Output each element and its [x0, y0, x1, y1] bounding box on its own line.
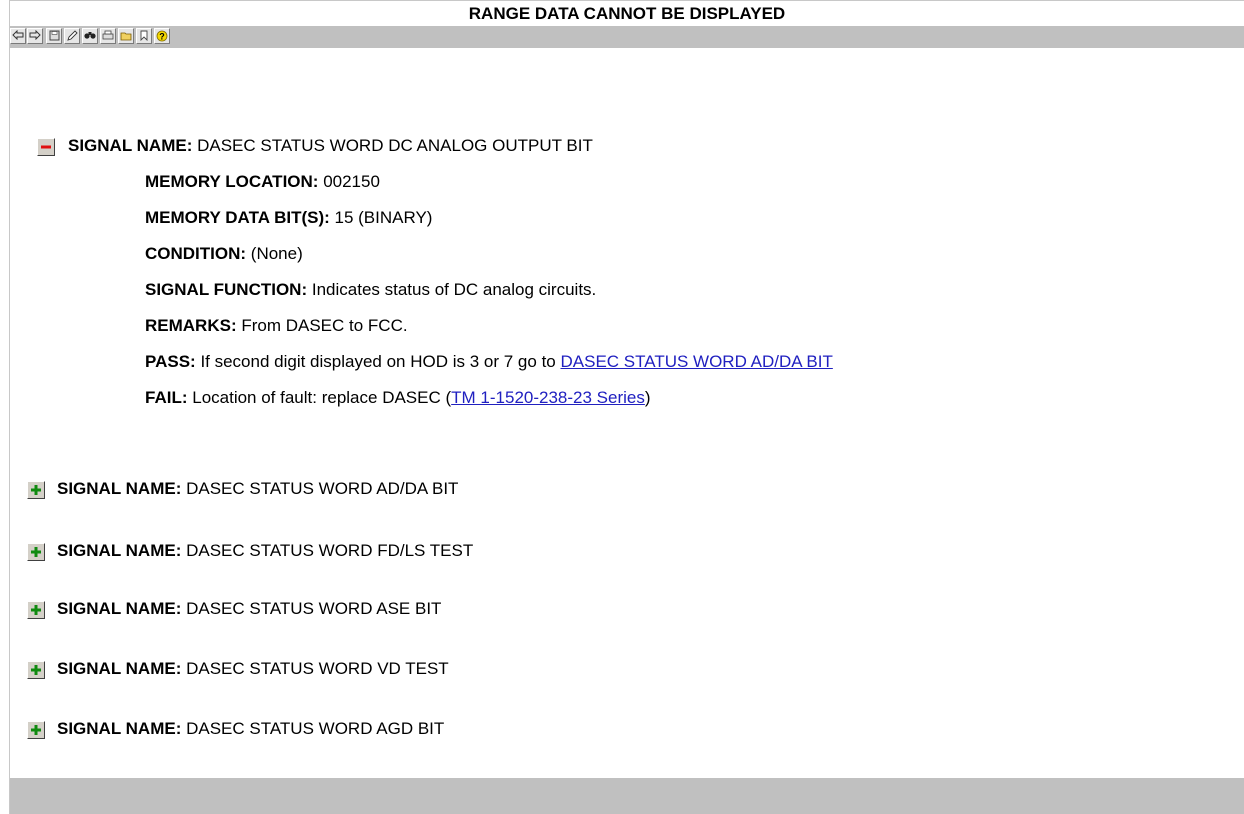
signal-name-value: DASEC STATUS WORD VD TEST — [186, 659, 449, 678]
signal-name-label: SIGNAL NAME: — [57, 599, 182, 618]
signal-name-label: SIGNAL NAME: — [57, 719, 182, 738]
condition-label: CONDITION: — [145, 244, 247, 263]
disk-icon — [49, 30, 59, 41]
plus-icon — [31, 665, 41, 675]
forward-button[interactable] — [27, 28, 43, 44]
signal-tree: SIGNAL NAME: DASEC STATUS WORD DC ANALOG… — [10, 48, 1244, 778]
fail-close: ) — [644, 388, 651, 407]
plus-icon — [31, 485, 41, 495]
fail-label: FAIL: — [145, 388, 188, 407]
remarks-row: REMARKS: From DASEC to FCC. — [145, 314, 408, 338]
toolbar: ? — [10, 26, 1244, 48]
memory-data-bits-row: MEMORY DATA BIT(S): 15 (BINARY) — [145, 206, 432, 230]
memory-data-bits-label: MEMORY DATA BIT(S): — [145, 208, 330, 227]
signal-name-value: DASEC STATUS WORD AD/DA BIT — [186, 479, 459, 498]
collapsed-signal-row: SIGNAL NAME: DASEC STATUS WORD ASE BIT — [57, 597, 441, 621]
back-arrow-icon — [12, 30, 24, 40]
edit-button[interactable] — [64, 28, 80, 44]
collapsed-signal-row: SIGNAL NAME: DASEC STATUS WORD VD TEST — [57, 657, 449, 681]
binoculars-icon — [84, 32, 96, 39]
plus-icon — [31, 547, 41, 557]
pass-label: PASS: — [145, 352, 196, 371]
pass-row: PASS: If second digit displayed on HOD i… — [145, 350, 833, 374]
signal-name-value: DASEC STATUS WORD ASE BIT — [186, 599, 442, 618]
signal-name-label: SIGNAL NAME: — [57, 659, 182, 678]
signal-name-row: SIGNAL NAME: DASEC STATUS WORD DC ANALOG… — [68, 134, 593, 158]
signal-function-value: Indicates status of DC analog circuits. — [311, 280, 597, 299]
back-button[interactable] — [10, 28, 26, 44]
signal-name-value: DASEC STATUS WORD AGD BIT — [186, 719, 445, 738]
condition-value: (None) — [250, 244, 303, 263]
save-button[interactable] — [46, 28, 62, 44]
signal-name-label: SIGNAL NAME: — [57, 479, 182, 498]
footer-bar — [10, 778, 1244, 814]
expand-toggle-button[interactable] — [27, 661, 45, 679]
open-button[interactable] — [118, 28, 134, 44]
memory-location-row: MEMORY LOCATION: 002150 — [145, 170, 380, 194]
pass-link[interactable]: DASEC STATUS WORD AD/DA BIT — [560, 352, 832, 371]
fail-text: Location of fault: replace DASEC ( — [192, 388, 452, 407]
expand-toggle-button[interactable] — [27, 601, 45, 619]
remarks-label: REMARKS: — [145, 316, 237, 335]
page-title: RANGE DATA CANNOT BE DISPLAYED — [10, 0, 1244, 25]
expand-toggle-button[interactable] — [27, 721, 45, 739]
collapsed-signal-row: SIGNAL NAME: DASEC STATUS WORD AGD BIT — [57, 717, 444, 741]
expand-toggle-button[interactable] — [27, 481, 45, 499]
help-icon: ? — [156, 30, 168, 42]
plus-icon — [31, 725, 41, 735]
signal-name-label: SIGNAL NAME: — [57, 541, 182, 560]
collapse-toggle-button[interactable] — [37, 138, 55, 156]
help-button[interactable]: ? — [154, 28, 170, 44]
remarks-value: From DASEC to FCC. — [241, 316, 408, 335]
folder-icon — [120, 32, 132, 41]
memory-location-label: MEMORY LOCATION: — [145, 172, 319, 191]
signal-name-value: DASEC STATUS WORD FD/LS TEST — [186, 541, 474, 560]
find-button[interactable] — [82, 28, 98, 44]
minus-icon — [41, 145, 51, 149]
signal-function-label: SIGNAL FUNCTION: — [145, 280, 308, 299]
memory-data-bits-value: 15 (BINARY) — [334, 208, 433, 227]
signal-name-value: DASEC STATUS WORD DC ANALOG OUTPUT BIT — [197, 136, 593, 155]
printer-icon — [102, 30, 114, 40]
pass-text: If second digit displayed on HOD is 3 or… — [200, 352, 556, 371]
signal-function-row: SIGNAL FUNCTION: Indicates status of DC … — [145, 278, 596, 302]
collapsed-signal-row: SIGNAL NAME: DASEC STATUS WORD FD/LS TES… — [57, 539, 473, 563]
signal-name-label: SIGNAL NAME: — [68, 136, 193, 155]
bookmark-icon — [140, 30, 148, 41]
condition-row: CONDITION: (None) — [145, 242, 303, 266]
print-button[interactable] — [100, 28, 116, 44]
svg-text:?: ? — [159, 32, 165, 42]
collapsed-signal-row: SIGNAL NAME: DASEC STATUS WORD AD/DA BIT — [57, 477, 458, 501]
plus-icon — [31, 605, 41, 615]
expand-toggle-button[interactable] — [27, 543, 45, 561]
memory-location-value: 002150 — [323, 172, 380, 191]
fail-link[interactable]: TM 1-1520-238-23 Series — [451, 388, 645, 407]
pen-icon — [66, 30, 78, 41]
bookmark-button[interactable] — [136, 28, 152, 44]
forward-arrow-icon — [29, 30, 41, 40]
fail-row: FAIL: Location of fault: replace DASEC (… — [145, 386, 651, 410]
